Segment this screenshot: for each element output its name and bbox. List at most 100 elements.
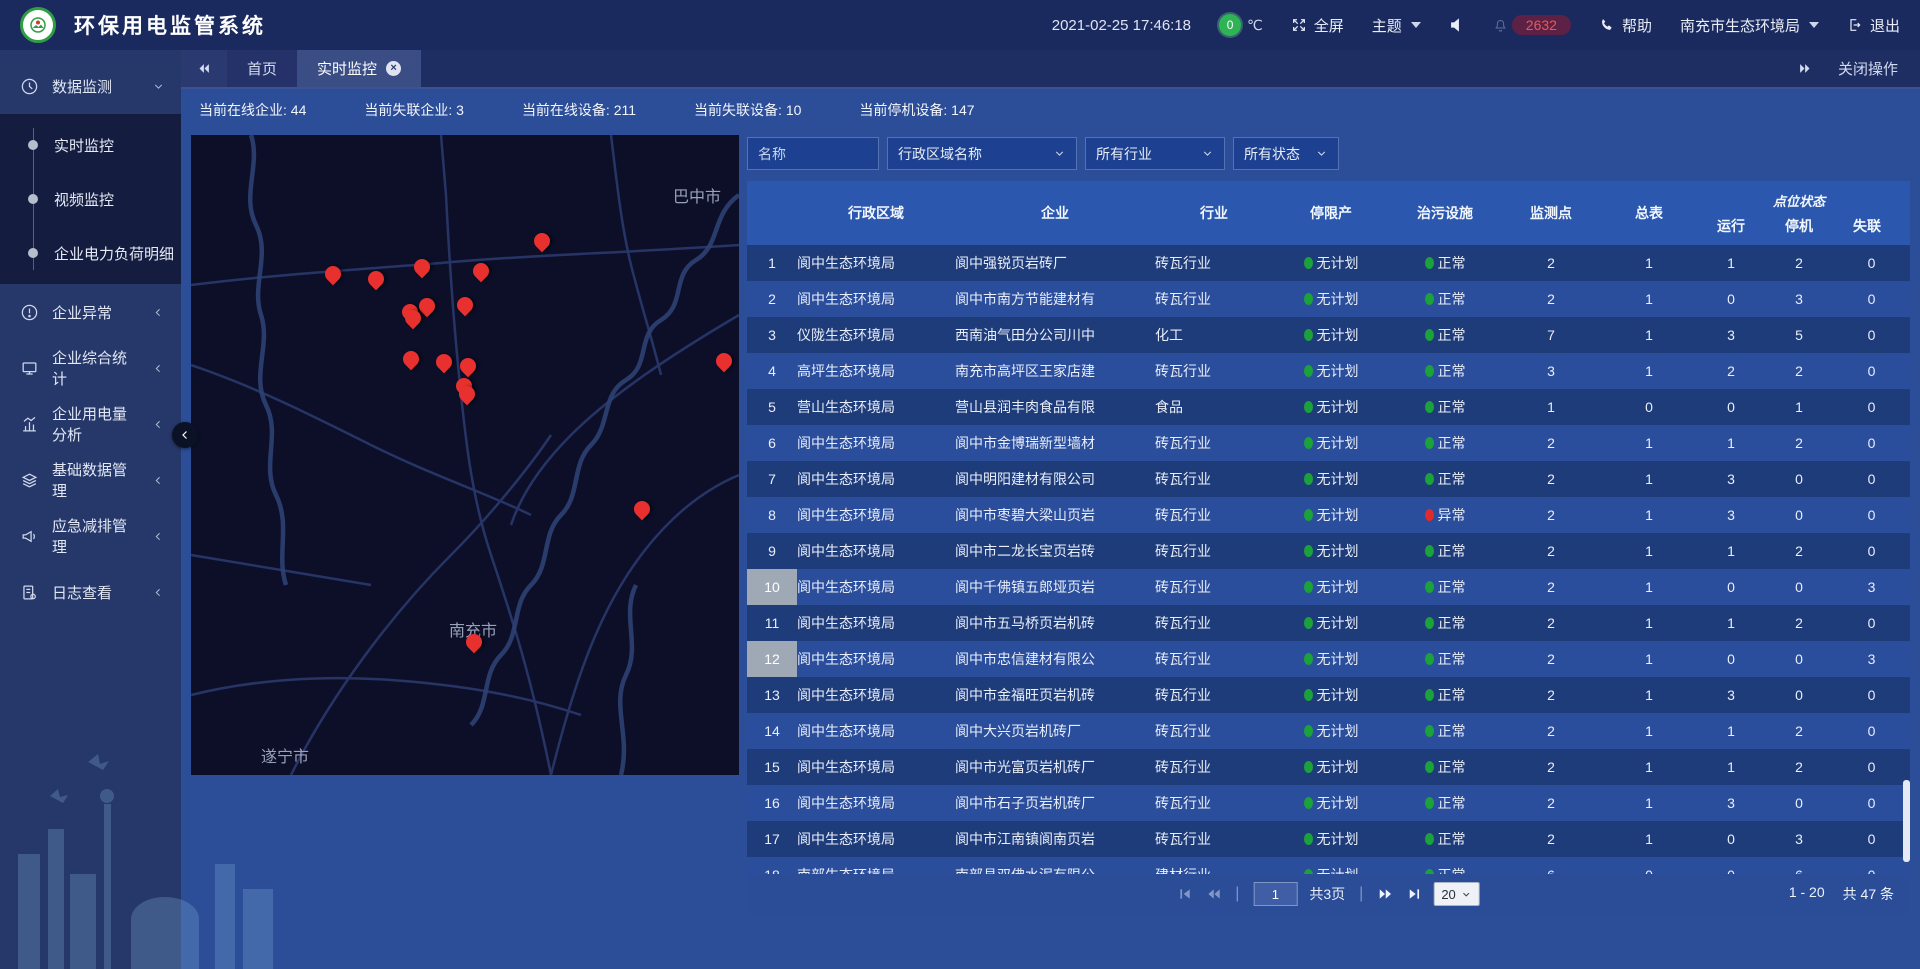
table-cell: 2	[1501, 615, 1601, 631]
table-cell: 阆中千佛镇五郎垭页岩	[955, 577, 1155, 597]
sidebar-collapse-button[interactable]	[172, 422, 198, 448]
total-records-label: 共 47 条	[1843, 884, 1894, 904]
tab-close-icon[interactable]: ×	[386, 61, 401, 76]
table-cell: 无计划	[1273, 577, 1389, 597]
sidebar-item-power-analysis[interactable]: 企业用电量分析	[0, 396, 181, 452]
mute-button[interactable]	[1449, 17, 1465, 33]
table-row[interactable]: 1阆中生态环境局阆中强锐页岩砖厂砖瓦行业无计划正常21120	[747, 245, 1910, 281]
table-cell: 砖瓦行业	[1155, 721, 1273, 741]
table-row[interactable]: 2阆中生态环境局阆中市南方节能建材有砖瓦行业无计划正常21030	[747, 281, 1910, 317]
close-operations-button[interactable]: 关闭操作	[1838, 58, 1898, 79]
status-dot	[1425, 329, 1434, 341]
table-row[interactable]: 11阆中生态环境局阆中市五马桥页岩机砖砖瓦行业无计划正常21120	[747, 605, 1910, 641]
table-row[interactable]: 8阆中生态环境局阆中市枣碧大梁山页岩砖瓦行业无计划异常21300	[747, 497, 1910, 533]
prev-page-button[interactable]	[1205, 886, 1221, 902]
sidebar-item-company-statistics[interactable]: 企业综合统计	[0, 340, 181, 396]
chevron-down-icon	[1053, 147, 1066, 160]
theme-dropdown[interactable]: 主题	[1372, 15, 1421, 36]
datetime: 2021-02-25 17:46:18	[1052, 17, 1191, 34]
table-cell: 9	[747, 543, 797, 559]
table-cell: 0	[1833, 795, 1910, 811]
table-cell: 无计划	[1273, 541, 1389, 561]
table-cell: 无计划	[1273, 685, 1389, 705]
industry-filter-select[interactable]: 所有行业	[1085, 137, 1225, 170]
chevron-left-icon	[152, 474, 165, 487]
pagination-bar: | 共3页 | 20	[747, 874, 1910, 914]
table-cell: 1	[1601, 615, 1697, 631]
sidebar-item-data-monitor[interactable]: 数据监测	[0, 58, 181, 114]
org-label: 南充市生态环境局	[1680, 15, 1800, 36]
table-row[interactable]: 9阆中生态环境局阆中市二龙长宝页岩砖砖瓦行业无计划正常21120	[747, 533, 1910, 569]
tabs-scroll-left-button[interactable]	[181, 50, 227, 87]
sidebar-item-realtime-monitor[interactable]: 实时监控	[0, 118, 181, 172]
table-row[interactable]: 7阆中生态环境局阆中明阳建材有限公司砖瓦行业无计划正常21300	[747, 461, 1910, 497]
status-dot	[1304, 473, 1313, 485]
table-row[interactable]: 12阆中生态环境局阆中市忠信建材有限公砖瓦行业无计划正常21003	[747, 641, 1910, 677]
table-row[interactable]: 17阆中生态环境局阆中市江南镇阆南页岩砖瓦行业无计划正常21030	[747, 821, 1910, 857]
table-cell: 无计划	[1273, 253, 1389, 273]
tab-label: 首页	[247, 58, 277, 79]
first-page-button[interactable]	[1177, 886, 1193, 902]
map-panel[interactable]: 巴中市 南充市 遂宁市	[191, 135, 739, 775]
table-cell: 阆中市金福旺页岩机砖	[955, 685, 1155, 705]
table-row[interactable]: 3仪陇生态环境局西南油气田分公司川中化工无计划正常71350	[747, 317, 1910, 353]
table-cell: 0	[1833, 363, 1910, 379]
table-cell: 砖瓦行业	[1155, 577, 1273, 597]
table-cell: 3	[1765, 291, 1833, 307]
table-cell: 阆中市忠信建材有限公	[955, 649, 1155, 669]
table-row[interactable]: 5营山生态环境局营山县润丰肉食品有限食品无计划正常10010	[747, 389, 1910, 425]
table-cell: 阆中生态环境局	[797, 793, 955, 813]
status-filter-select[interactable]: 所有状态	[1233, 137, 1339, 170]
last-page-button[interactable]	[1405, 886, 1421, 902]
table-cell: 砖瓦行业	[1155, 541, 1273, 561]
tab-home[interactable]: 首页	[227, 50, 297, 87]
table-row[interactable]: 16阆中生态环境局阆中市石子页岩机砖厂砖瓦行业无计划正常21300	[747, 785, 1910, 821]
sidebar-item-company-abnormal[interactable]: 企业异常	[0, 284, 181, 340]
table-row[interactable]: 18南部生态环境局南部县双佛水泥有限公建材行业无计划正常60060	[747, 857, 1910, 874]
table-cell: 1	[1697, 723, 1765, 739]
sidebar-item-emergency-reduction[interactable]: 应急减排管理	[0, 508, 181, 564]
status-dot	[1304, 581, 1313, 593]
table-row[interactable]: 15阆中生态环境局阆中市光富页岩机砖厂砖瓦行业无计划正常21120	[747, 749, 1910, 785]
table-cell: 2	[1501, 795, 1601, 811]
table-cell: 阆中生态环境局	[797, 433, 955, 453]
table-row[interactable]: 6阆中生态环境局阆中市金博瑞新型墙材砖瓦行业无计划正常21120	[747, 425, 1910, 461]
help-button[interactable]: 帮助	[1599, 15, 1652, 36]
sidebar-item-power-load-detail[interactable]: 企业电力负荷明细	[0, 226, 181, 280]
table-cell: 18	[747, 867, 797, 874]
table-row[interactable]: 10阆中生态环境局阆中千佛镇五郎垭页岩砖瓦行业无计划正常21003	[747, 569, 1910, 605]
sidebar-item-video-monitor[interactable]: 视频监控	[0, 172, 181, 226]
sidebar-item-log-view[interactable]: 日志查看	[0, 564, 181, 620]
org-dropdown[interactable]: 南充市生态环境局	[1680, 15, 1819, 36]
table-cell: 0	[1601, 867, 1697, 874]
table-cell: 无计划	[1273, 613, 1389, 633]
fullscreen-label: 全屏	[1314, 15, 1344, 36]
table-cell: 1	[1601, 435, 1697, 451]
notifications[interactable]: 2632	[1493, 15, 1571, 35]
sidebar-item-base-data[interactable]: 基础数据管理	[0, 452, 181, 508]
fullscreen-button[interactable]: 全屏	[1291, 15, 1344, 36]
table-cell: 无计划	[1273, 721, 1389, 741]
chevron-down-icon	[1315, 147, 1328, 160]
table-cell: 无计划	[1273, 649, 1389, 669]
table-row[interactable]: 13阆中生态环境局阆中市金福旺页岩机砖砖瓦行业无计划正常21300	[747, 677, 1910, 713]
table-cell: 营山生态环境局	[797, 397, 955, 417]
table-row[interactable]: 14阆中生态环境局阆中大兴页岩机砖厂砖瓦行业无计划正常21120	[747, 713, 1910, 749]
table-cell: 砖瓦行业	[1155, 685, 1273, 705]
table-row[interactable]: 4高坪生态环境局南充市高坪区王家店建砖瓦行业无计划正常31220	[747, 353, 1910, 389]
name-filter-input[interactable]	[747, 137, 879, 170]
page-size-select[interactable]: 20	[1433, 882, 1479, 906]
table-cell: 0	[1833, 867, 1910, 874]
logout-button[interactable]: 退出	[1847, 15, 1900, 36]
tab-label: 实时监控	[317, 58, 377, 79]
tab-realtime-monitor[interactable]: 实时监控 ×	[297, 50, 421, 87]
double-chevron-right-icon[interactable]	[1797, 61, 1812, 76]
next-page-button[interactable]	[1377, 886, 1393, 902]
page-number-input[interactable]	[1253, 882, 1297, 906]
column-stop-plan: 停限产	[1273, 203, 1389, 223]
status-dot	[1304, 437, 1313, 449]
region-filter-select[interactable]: 行政区域名称	[887, 137, 1077, 170]
scrollbar-thumb[interactable]	[1903, 780, 1910, 862]
table-cell: 2	[1501, 255, 1601, 271]
table-cell: 2	[1501, 471, 1601, 487]
